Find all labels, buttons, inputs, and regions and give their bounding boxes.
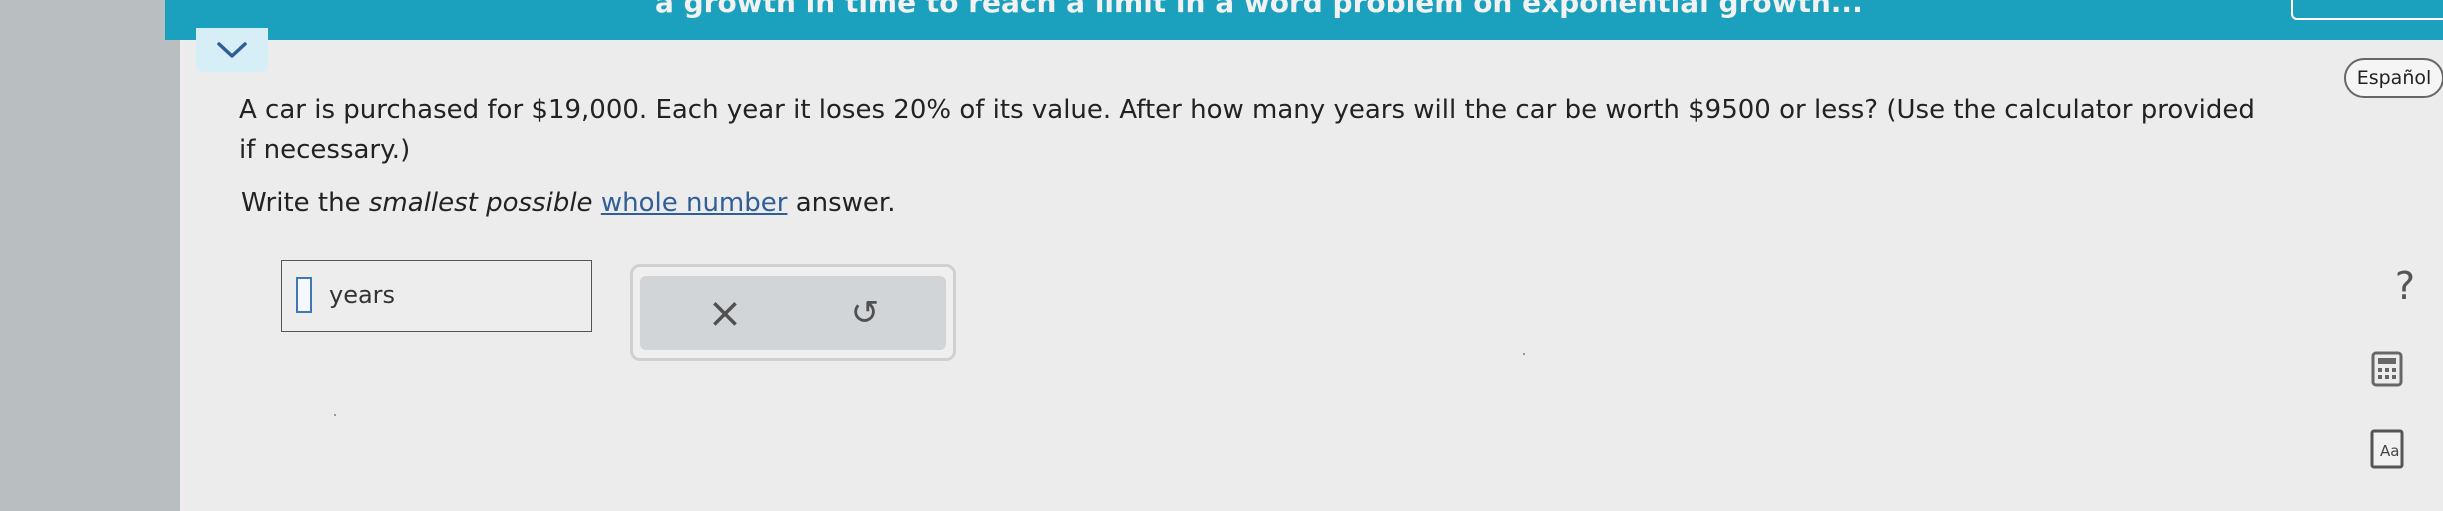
- font-size-icon: Aa: [2370, 429, 2404, 469]
- close-icon: ×: [707, 288, 743, 337]
- problem-title: a growth in time to reach a limit in a w…: [655, 0, 1863, 19]
- question-text: A car is purchased for $19,000. Each yea…: [239, 95, 2255, 165]
- instruction-suffix: answer.: [795, 188, 896, 218]
- header-band: a growth in time to reach a limit in a w…: [165, 0, 2443, 40]
- language-toggle[interactable]: Español: [2344, 58, 2443, 98]
- svg-text:Aa: Aa: [2380, 442, 2399, 460]
- dot-marker: [1523, 353, 1525, 355]
- answer-unit: years: [329, 281, 396, 309]
- instruction-text: Write the smallest possible whole number…: [241, 183, 896, 223]
- calculator-icon: [2371, 351, 2403, 387]
- chevron-down-icon: [217, 42, 247, 58]
- undo-button[interactable]: ↺: [820, 284, 910, 342]
- answer-input-box[interactable]: years: [281, 260, 592, 332]
- answer-tool-panel: × ↺: [630, 264, 956, 361]
- header-tab[interactable]: [2291, 0, 2443, 20]
- answer-tool-inner: × ↺: [640, 276, 946, 350]
- instruction-prefix: Write the: [241, 188, 369, 218]
- answer-input[interactable]: [296, 277, 312, 313]
- font-size-button[interactable]: Aa: [2370, 429, 2404, 469]
- undo-icon: ↺: [850, 293, 880, 333]
- calculator-button[interactable]: [2370, 351, 2404, 387]
- instruction-emphasis: smallest possible: [368, 188, 593, 218]
- left-rail: [0, 0, 180, 511]
- dot-marker: [334, 414, 336, 416]
- clear-button[interactable]: ×: [680, 284, 770, 342]
- collapse-button[interactable]: [196, 28, 268, 72]
- help-button[interactable]: ?: [2388, 263, 2422, 309]
- whole-number-link[interactable]: whole number: [601, 188, 788, 218]
